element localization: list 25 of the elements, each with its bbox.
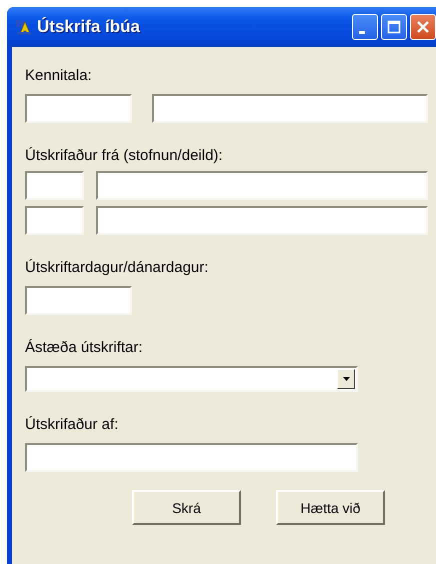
maximize-icon (387, 20, 401, 34)
input-field[interactable] (25, 171, 84, 200)
app-icon (15, 19, 33, 35)
dialog-button[interactable]: Skrá (132, 490, 241, 525)
input-field[interactable] (25, 286, 132, 315)
close-button[interactable] (410, 14, 436, 40)
field-label: Útskrifaður af: (25, 416, 120, 434)
window-title: Útskrifa íbúa (37, 17, 140, 37)
input-field[interactable] (96, 171, 428, 200)
input-field[interactable] (25, 94, 132, 123)
input-field[interactable] (25, 206, 84, 235)
dropdown-button[interactable] (337, 369, 355, 389)
field-label: Útskriftardagur/dánardagur: (25, 259, 210, 277)
dialog-button[interactable]: Hætta við (276, 490, 385, 525)
input-field[interactable] (25, 443, 358, 472)
field-label: Kennitala: (25, 67, 93, 85)
caret-icon (342, 377, 350, 381)
maximize-button[interactable] (381, 14, 407, 40)
minimize-icon (359, 30, 365, 34)
input-field[interactable] (152, 94, 428, 123)
field-label: Útskrifaður frá (stofnun/deild): (25, 147, 224, 165)
input-field[interactable] (96, 206, 428, 235)
field-label: Ástæða útskriftar: (25, 339, 144, 357)
minimize-button[interactable] (352, 14, 378, 40)
close-icon (416, 20, 430, 34)
